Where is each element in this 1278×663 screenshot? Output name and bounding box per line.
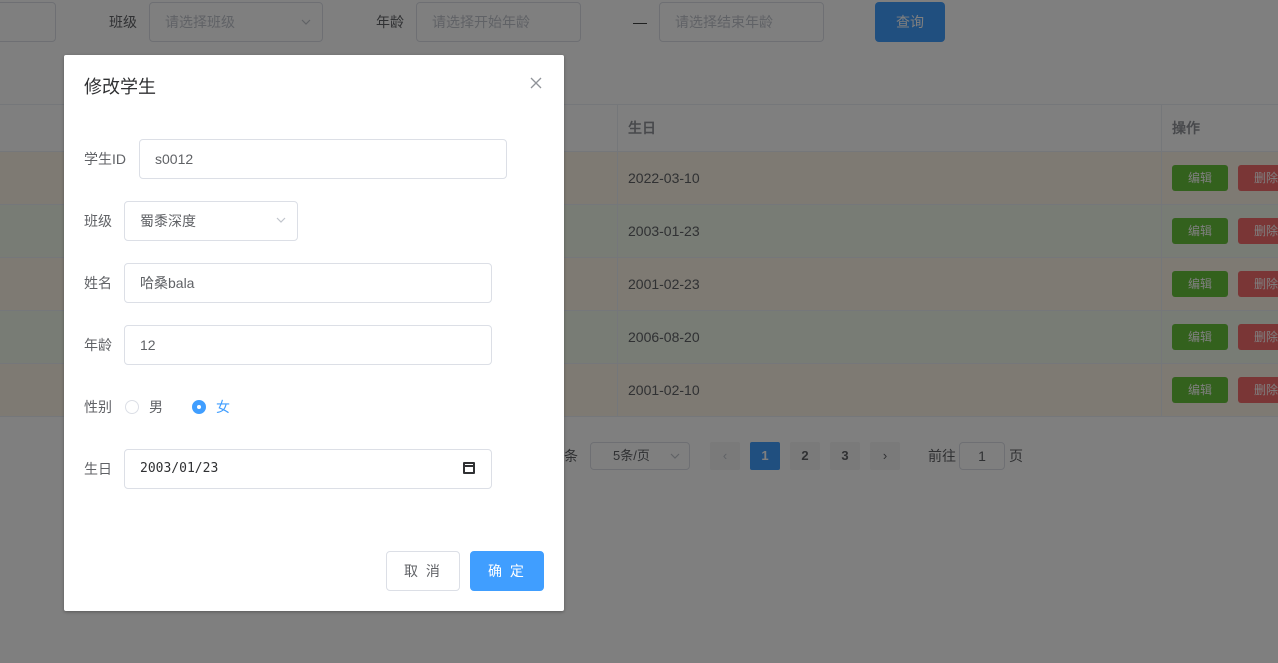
class-select-value: 蜀黍深度 xyxy=(140,213,196,229)
chevron-down-icon xyxy=(275,202,287,255)
student-id-input[interactable] xyxy=(139,139,507,179)
class-label: 班级 xyxy=(84,213,112,229)
calendar-icon[interactable] xyxy=(463,462,475,474)
name-label: 姓名 xyxy=(84,275,112,291)
student-id-label: 学生ID xyxy=(84,151,126,167)
age-label: 年龄 xyxy=(84,337,112,353)
gender-option-label: 女 xyxy=(216,399,230,415)
radio-circle-icon xyxy=(192,400,206,414)
birthday-value: 2003/01/23 xyxy=(140,461,219,476)
cancel-button[interactable]: 取 消 xyxy=(386,551,460,591)
gender-option-label: 男 xyxy=(149,399,163,415)
radio-circle-icon xyxy=(125,400,139,414)
close-icon[interactable] xyxy=(528,73,544,93)
gender-label: 性别 xyxy=(84,399,112,415)
dialog-title: 修改学生 xyxy=(84,77,156,97)
name-input[interactable] xyxy=(124,263,492,303)
birthday-date-input[interactable]: 2003/01/23 xyxy=(124,449,492,489)
age-input[interactable] xyxy=(124,325,492,365)
birthday-label: 生日 xyxy=(84,461,112,477)
confirm-button[interactable]: 确 定 xyxy=(470,551,544,591)
edit-student-dialog: 修改学生 学生ID 班级 蜀黍深度 姓名 年龄 性别 男 女 生日 2003/0… xyxy=(64,55,564,611)
class-select[interactable]: 蜀黍深度 xyxy=(124,201,298,241)
